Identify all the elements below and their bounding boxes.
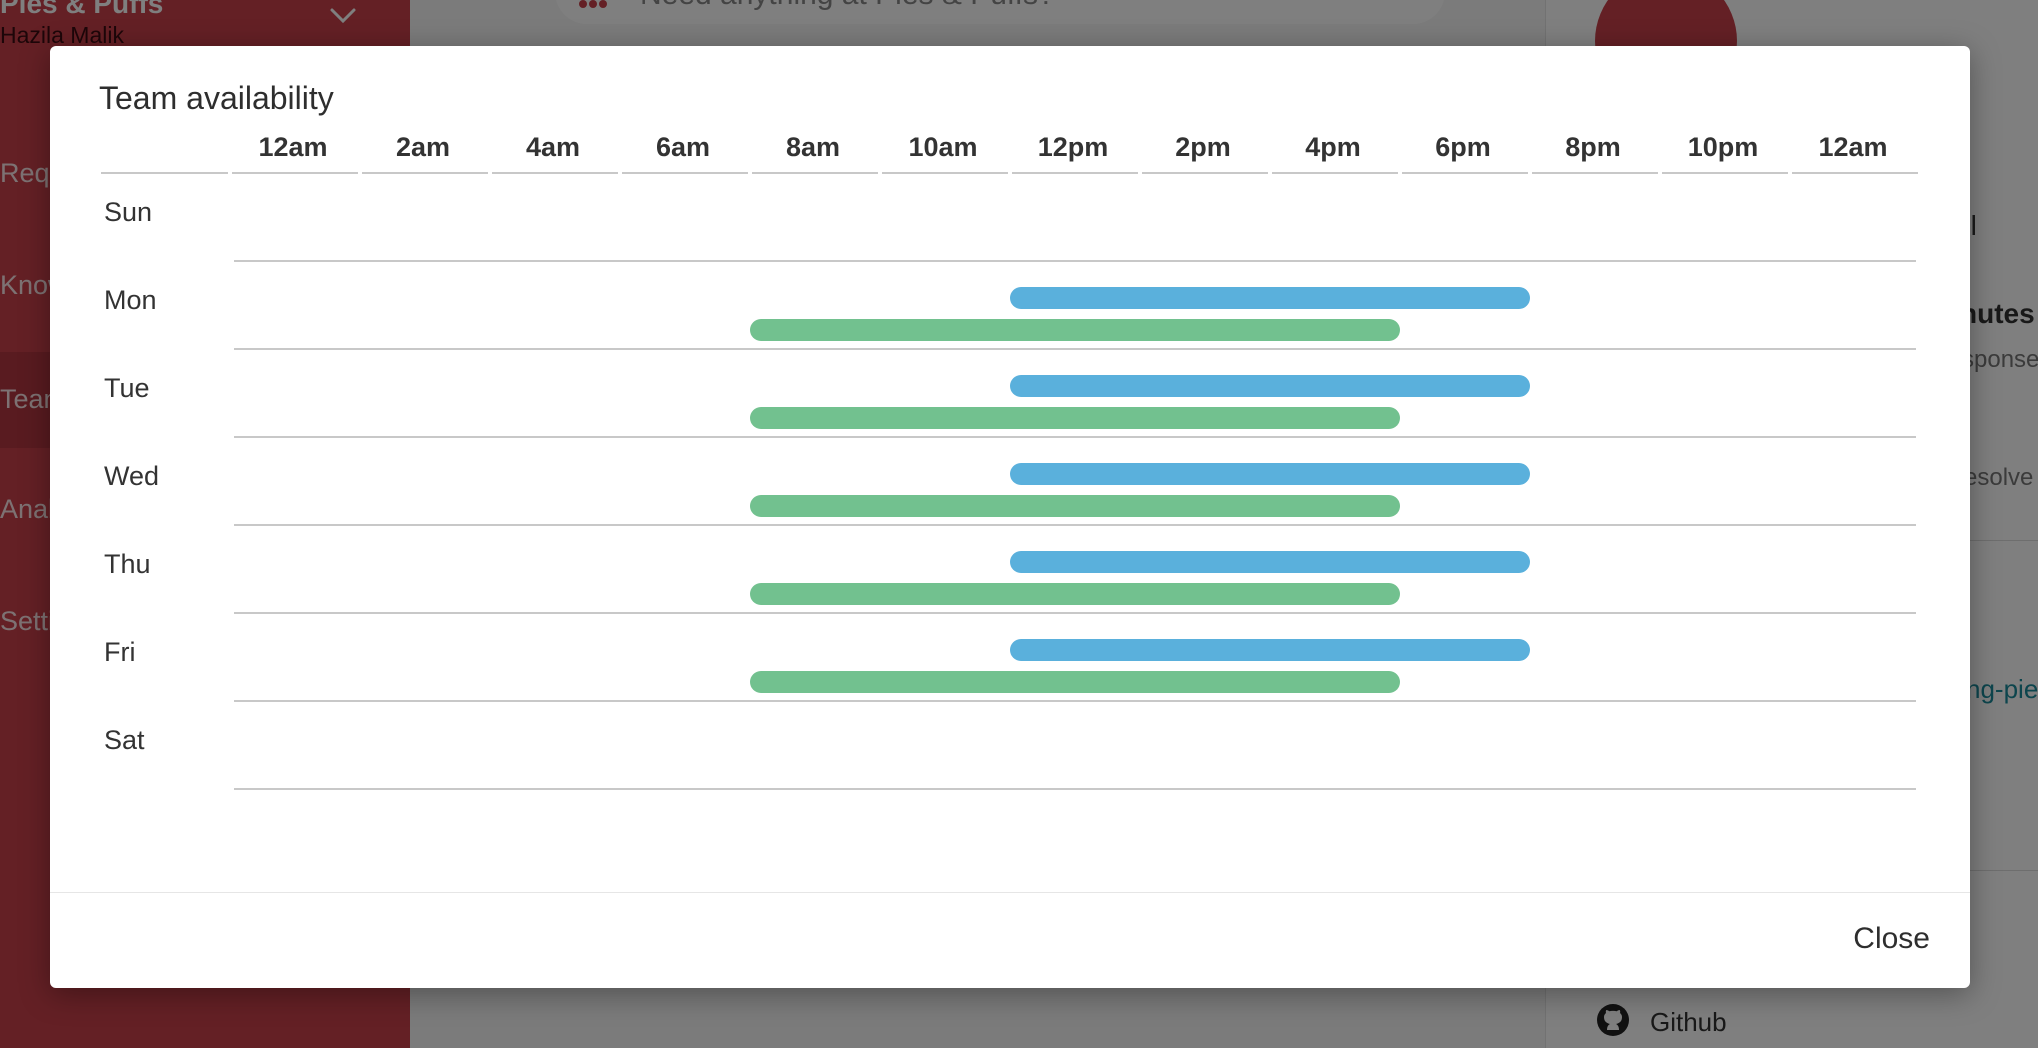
availability-bar <box>1010 551 1530 573</box>
time-tick-label: 6am <box>656 132 710 162</box>
time-tick-label: 10pm <box>1688 132 1759 162</box>
availability-bar <box>750 407 1400 429</box>
availability-timeline-chart: 12am 2am 4am 6am 8am 10am 12pm 2pm 4pm 6pm 8pm 10pm… <box>101 132 1918 790</box>
time-tick-label: 12am <box>258 132 327 162</box>
day-label: Tue <box>104 373 150 403</box>
day-label: Thu <box>104 549 151 579</box>
time-tick-label: 2pm <box>1175 132 1231 162</box>
day-label: Fri <box>104 637 135 667</box>
day-label: Wed <box>104 461 159 491</box>
time-tick-label: 12am <box>1818 132 1887 162</box>
close-button[interactable]: Close <box>1853 916 1930 962</box>
time-tick-label: 10am <box>908 132 977 162</box>
time-tick-label: 4am <box>526 132 580 162</box>
availability-bar <box>750 583 1400 605</box>
day-label: Sun <box>104 197 152 227</box>
availability-bar <box>1010 375 1530 397</box>
availability-bar <box>1010 287 1530 309</box>
time-tick-label: 2am <box>396 132 450 162</box>
day-label: Mon <box>104 285 157 315</box>
time-tick-label: 4pm <box>1305 132 1361 162</box>
team-availability-modal: Team availability 12am 2am 4am 6am 8am 10am 12… <box>50 46 1970 988</box>
time-tick-label: 8pm <box>1565 132 1621 162</box>
modal-footer-divider <box>50 892 1970 893</box>
time-tick-label: 12pm <box>1038 132 1109 162</box>
availability-bar <box>1010 639 1530 661</box>
time-tick-label: 6pm <box>1435 132 1491 162</box>
day-label: Sat <box>104 725 145 755</box>
availability-bar <box>1010 463 1530 485</box>
availability-bar <box>750 671 1400 693</box>
availability-bar <box>750 319 1400 341</box>
availability-bar <box>750 495 1400 517</box>
time-tick-label: 8am <box>786 132 840 162</box>
